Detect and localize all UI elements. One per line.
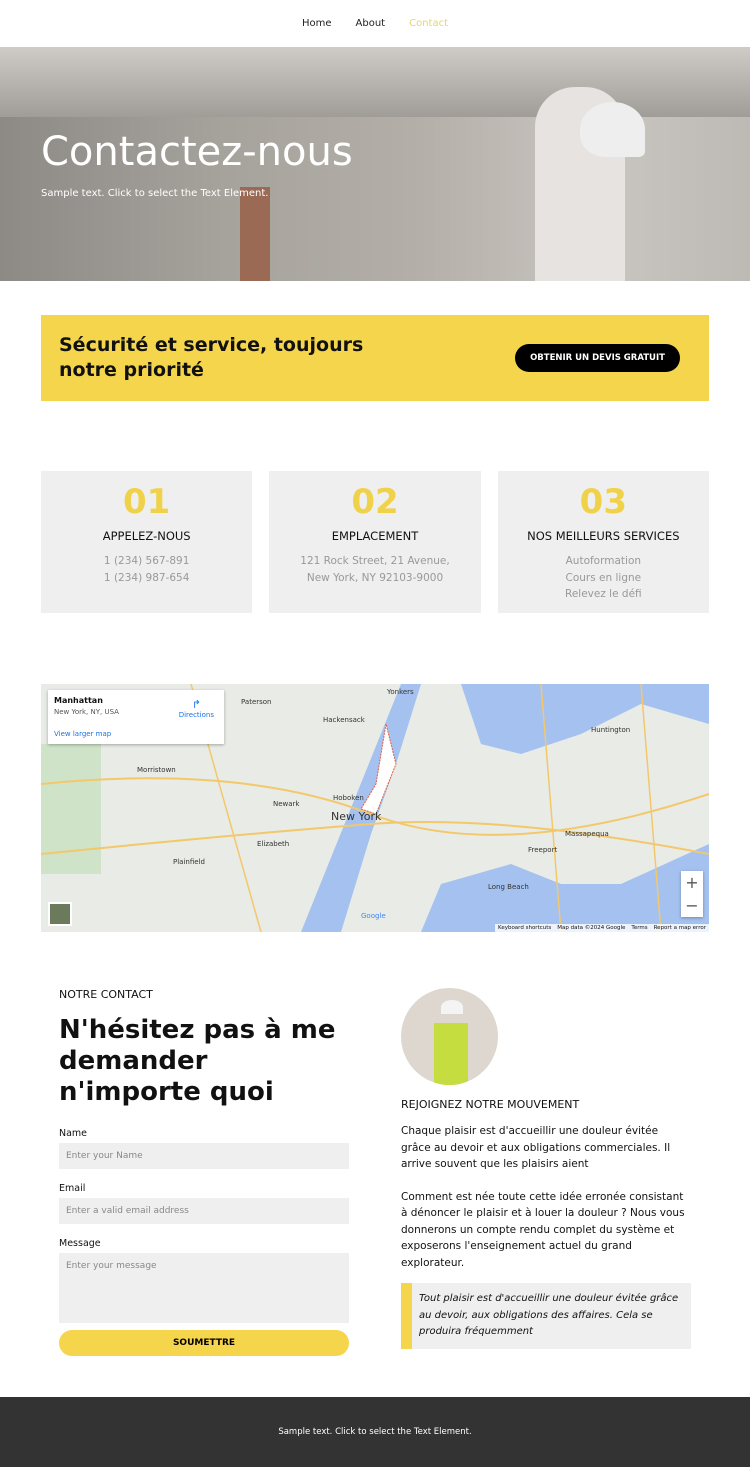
top-nav: Home About Contact — [0, 0, 750, 47]
nav-about[interactable]: About — [356, 18, 386, 29]
cta-banner: Sécurité et service, toujours notre prio… — [41, 315, 709, 401]
map-attribution: Keyboard shortcuts Map data ©2024 Google… — [494, 924, 709, 932]
card-call: 01 APPELEZ-NOUS 1 (234) 567-891 1 (234) … — [41, 471, 253, 613]
map-label: Huntington — [591, 726, 631, 734]
google-map[interactable]: New York Yonkers Paterson Hackensack New… — [41, 684, 709, 932]
satellite-toggle[interactable] — [48, 902, 72, 926]
worker-photo — [401, 988, 498, 1085]
card-number: 02 — [351, 482, 399, 522]
map-sound — [461, 684, 709, 754]
card-number: 01 — [123, 482, 171, 522]
report-error-link[interactable]: Report a map error — [654, 925, 706, 931]
hero-subtitle: Sample text. Click to select the Text El… — [41, 188, 269, 199]
map-label: Massapequa — [565, 830, 609, 838]
zoom-in-button[interactable]: + — [681, 871, 703, 894]
address-line-2: New York, NY 92103-9000 — [306, 571, 444, 584]
phone-1: 1 (234) 567-891 — [103, 555, 190, 567]
map-park — [41, 744, 101, 874]
card-services: 03 NOS MEILLEURS SERVICES Autoformation … — [497, 471, 709, 613]
service-item: Cours en ligne — [565, 571, 642, 584]
email-label: Email — [59, 1183, 86, 1194]
map-data-text: Map data ©2024 Google — [557, 925, 626, 931]
map-label: Plainfield — [173, 858, 205, 866]
join-title: REJOIGNEZ NOTRE MOUVEMENT — [401, 1098, 580, 1111]
join-paragraph-1: Chaque plaisir est d'accueillir une doul… — [401, 1125, 671, 1170]
map-label: Hoboken — [333, 794, 364, 802]
google-logo: Google — [361, 912, 386, 920]
nav-home[interactable]: Home — [302, 18, 332, 29]
map-label: Long Beach — [488, 883, 529, 891]
nav-contact[interactable]: Contact — [409, 18, 448, 29]
footer-text: Sample text. Click to select the Text El… — [278, 1427, 472, 1437]
view-larger-map-link[interactable]: View larger map — [54, 730, 218, 738]
free-quote-button[interactable]: OBTENIR UN DEVIS GRATUIT — [515, 344, 680, 372]
info-cards: 01 APPELEZ-NOUS 1 (234) 567-891 1 (234) … — [41, 471, 709, 613]
email-input[interactable]: Enter a valid email address — [59, 1198, 349, 1224]
footer: Sample text. Click to select the Text El… — [0, 1397, 750, 1467]
directions-icon: ↱ — [191, 698, 201, 711]
map-label: Hackensack — [323, 716, 365, 724]
map-label: Newark — [273, 800, 300, 808]
map-label: Morristown — [137, 766, 176, 774]
card-location: 02 EMPLACEMENT 121 Rock Street, 21 Avenu… — [269, 471, 481, 613]
map-label: Yonkers — [387, 688, 414, 696]
map-road — [41, 821, 709, 855]
zoom-controls: + − — [681, 871, 703, 917]
map-label-city: New York — [331, 810, 382, 823]
keyboard-shortcuts-link[interactable]: Keyboard shortcuts — [498, 925, 551, 931]
map-place-card: Manhattan New York, NY, USA View larger … — [48, 690, 224, 744]
service-item: Autoformation — [565, 555, 642, 567]
zoom-out-button[interactable]: − — [681, 894, 703, 917]
submit-button[interactable]: SOUMETTRE — [59, 1330, 349, 1356]
message-label: Message — [59, 1238, 101, 1249]
card-title: APPELEZ-NOUS — [102, 529, 191, 543]
join-section: REJOIGNEZ NOTRE MOUVEMENT Chaque plaisir… — [401, 988, 691, 1349]
message-textarea[interactable]: Enter your message — [59, 1253, 349, 1323]
hero-image-ceiling — [0, 47, 750, 117]
card-title: NOS MEILLEURS SERVICES — [527, 529, 680, 543]
contact-eyebrow: NOTRE CONTACT — [59, 988, 153, 1001]
directions-button[interactable]: ↱ Directions — [179, 698, 214, 719]
contact-title: N'hésitez pas à me demander n'importe qu… — [59, 1015, 336, 1107]
card-number: 03 — [579, 482, 627, 522]
map-label: Freeport — [528, 846, 558, 854]
terms-link[interactable]: Terms — [631, 925, 647, 931]
card-title: EMPLACEMENT — [331, 529, 419, 543]
phone-2: 1 (234) 987-654 — [103, 571, 190, 584]
hero-image-brick — [240, 187, 270, 281]
join-paragraph-2: Comment est née toute cette idée erronée… — [401, 1190, 685, 1269]
contact-form-section: NOTRE CONTACT N'hésitez pas à me demande… — [59, 988, 349, 1356]
map-label: Paterson — [241, 698, 272, 706]
service-item: Relevez le défi — [565, 588, 642, 600]
hero-image-helmet — [580, 102, 645, 157]
place-name: Manhattan — [54, 696, 103, 705]
name-label: Name — [59, 1128, 88, 1139]
hero: Contactez-nous Sample text. Click to sel… — [0, 47, 750, 281]
name-input[interactable]: Enter your Name — [59, 1143, 349, 1169]
hero-title: Contactez-nous — [41, 129, 353, 175]
directions-label: Directions — [178, 711, 214, 719]
quote-block: Tout plaisir est d'accueillir une douleu… — [401, 1283, 691, 1349]
banner-title: Sécurité et service, toujours notre prio… — [59, 334, 364, 381]
address-line-1: 121 Rock Street, 21 Avenue, — [300, 555, 450, 567]
map-label: Elizabeth — [257, 840, 290, 848]
